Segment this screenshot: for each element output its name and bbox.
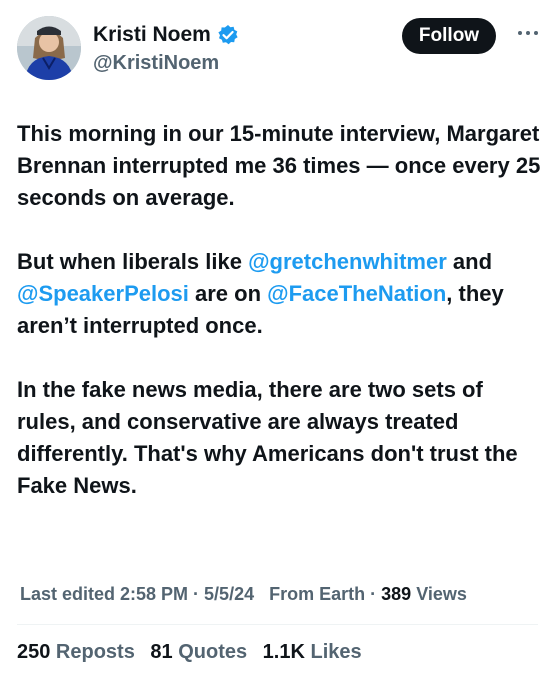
avatar-image <box>17 16 81 80</box>
display-name[interactable]: Kristi Noem <box>93 22 211 48</box>
meta-separator: · <box>365 584 382 604</box>
quotes-stat[interactable]: 81 Quotes <box>150 641 247 663</box>
tweet-meta: Last edited 2:58 PM · 5/5/24 From Earth … <box>20 580 467 608</box>
verified-badge-icon[interactable] <box>217 24 239 46</box>
tweet-text-segment: are on <box>188 281 268 306</box>
mention-link-facethenation[interactable]: @FaceTheNation <box>267 281 446 306</box>
edited-timestamp[interactable]: Last edited 2:58 PM · 5/5/24 <box>20 584 254 604</box>
tweet-text-segment: But when liberals like <box>17 249 249 274</box>
tweet-paragraph-1: This morning in our 15-minute interview,… <box>17 121 541 210</box>
handle[interactable]: @KristiNoem <box>93 50 239 76</box>
meta-separator <box>259 584 264 604</box>
likes-count: 1.1K <box>262 641 305 663</box>
divider <box>17 624 538 625</box>
quotes-count: 81 <box>150 641 173 663</box>
mention-link-gretchenwhitmer[interactable]: @gretchenwhitmer <box>248 249 447 274</box>
likes-stat[interactable]: 1.1K Likes <box>263 641 362 663</box>
tweet-paragraph-3: In the fake news media, there are two se… <box>17 377 518 498</box>
avatar[interactable] <box>17 16 81 80</box>
tweet-paragraph-2: But when liberals like @gretchenwhitmer … <box>17 246 542 342</box>
reposts-count: 250 <box>17 641 51 663</box>
display-name-row: Kristi Noem <box>93 22 239 48</box>
tweet-source: From Earth <box>269 584 366 604</box>
tweet-header: Kristi Noem @KristiNoem Follow <box>17 16 538 84</box>
views-count: 389 <box>381 584 412 604</box>
follow-button[interactable]: Follow <box>402 18 496 54</box>
more-options-icon[interactable] <box>518 28 538 38</box>
reposts-label: Reposts <box>50 641 135 663</box>
engagement-stats: 250 Reposts 81 Quotes 1.1K Likes <box>17 638 372 666</box>
quotes-label: Quotes <box>172 641 248 663</box>
mention-link-speakerpelosi[interactable]: @SpeakerPelosi <box>17 281 189 306</box>
likes-label: Likes <box>304 641 362 663</box>
tweet-text-segment: and <box>446 249 493 274</box>
author-names: Kristi Noem @KristiNoem <box>93 22 239 76</box>
reposts-stat[interactable]: 250 Reposts <box>17 641 135 663</box>
views-label: Views <box>411 584 467 604</box>
tweet-text: This morning in our 15-minute interview,… <box>17 118 542 534</box>
